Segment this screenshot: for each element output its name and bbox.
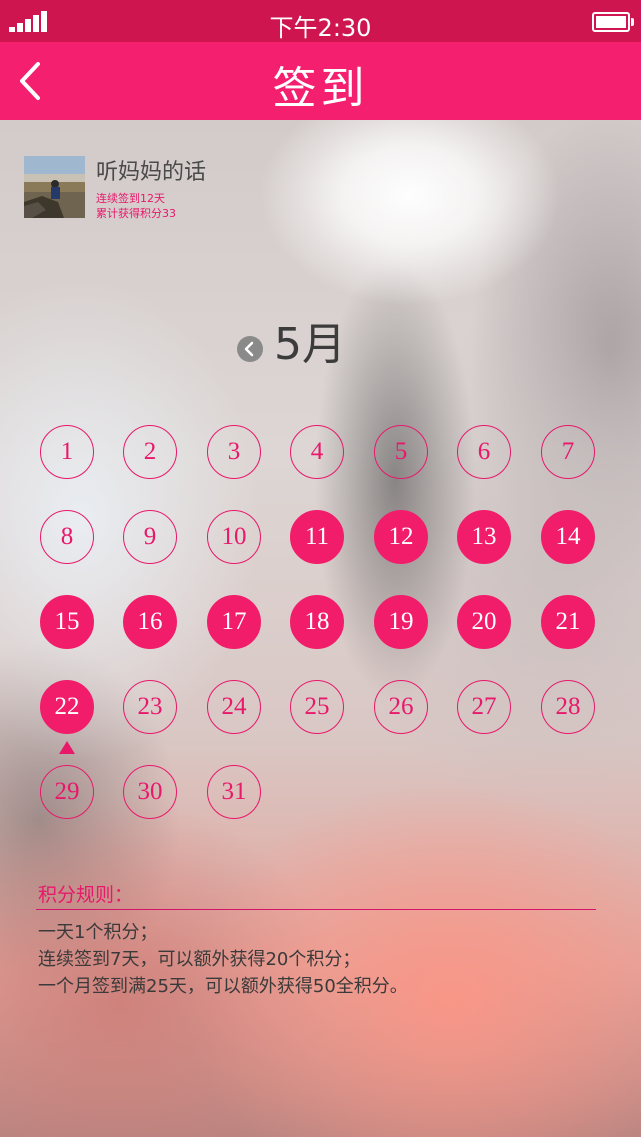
calendar-day-13[interactable]: 13 [457,510,511,564]
status-bar: 下午2:30 [0,0,641,42]
rule-item: 一天1个积分； [38,922,158,943]
total-points-text: 累计获得积分33 [96,207,176,220]
calendar-day-5[interactable]: 5 [374,425,428,479]
calendar-day-19[interactable]: 19 [374,595,428,649]
rule-item: 一个月签到满25天，可以额外获得50全积分。 [38,976,408,997]
calendar-day-14[interactable]: 14 [541,510,595,564]
calendar-day-10[interactable]: 10 [207,510,261,564]
calendar-day-17[interactable]: 17 [207,595,261,649]
rules-divider [36,909,596,910]
calendar-day-30[interactable]: 30 [123,765,177,819]
calendar-day-8[interactable]: 8 [40,510,94,564]
nav-bar: 签到 [0,42,641,120]
calendar-day-23[interactable]: 23 [123,680,177,734]
chevron-left-icon [244,341,254,357]
calendar-day-27[interactable]: 27 [457,680,511,734]
prev-month-button[interactable] [237,336,263,362]
streak-text: 连续签到12天 [96,192,165,205]
calendar-day-18[interactable]: 18 [290,595,344,649]
calendar-day-31[interactable]: 31 [207,765,261,819]
today-marker-icon [59,741,75,754]
avatar[interactable] [24,156,85,218]
calendar-day-7[interactable]: 7 [541,425,595,479]
rules-title: 积分规则： [38,884,134,906]
calendar-day-24[interactable]: 24 [207,680,261,734]
calendar-day-3[interactable]: 3 [207,425,261,479]
calendar-day-21[interactable]: 21 [541,595,595,649]
calendar-day-28[interactable]: 28 [541,680,595,734]
calendar-day-6[interactable]: 6 [457,425,511,479]
calendar-day-26[interactable]: 26 [374,680,428,734]
month-label: 5月 [274,319,346,370]
battery-icon [592,12,634,32]
calendar-day-4[interactable]: 4 [290,425,344,479]
calendar-day-29[interactable]: 29 [40,765,94,819]
calendar-day-11[interactable]: 11 [290,510,344,564]
status-time: 下午2:30 [269,14,372,42]
calendar-day-12[interactable]: 12 [374,510,428,564]
calendar-day-9[interactable]: 9 [123,510,177,564]
calendar-day-16[interactable]: 16 [123,595,177,649]
calendar-day-1[interactable]: 1 [40,425,94,479]
page-title: 签到 [272,63,369,114]
rule-item: 连续签到7天，可以额外获得20个积分； [38,949,361,970]
calendar-day-20[interactable]: 20 [457,595,511,649]
calendar-day-2[interactable]: 2 [123,425,177,479]
calendar-day-15[interactable]: 15 [40,595,94,649]
calendar-day-25[interactable]: 25 [290,680,344,734]
username: 听妈妈的话 [96,160,207,185]
calendar-day-22[interactable]: 22 [40,680,94,734]
